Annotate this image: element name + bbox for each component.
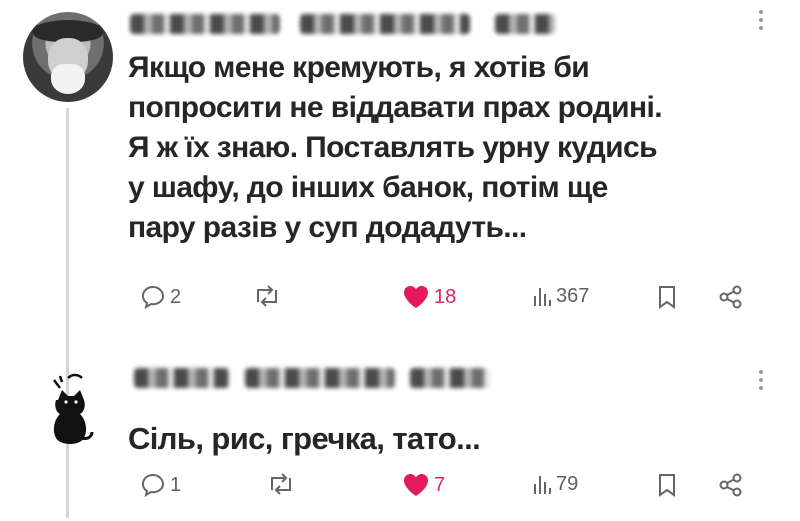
avatar-beard — [51, 64, 85, 94]
reply-count: 1 — [170, 473, 182, 496]
views-button[interactable]: 79 — [532, 472, 578, 496]
repost-button[interactable] — [252, 284, 282, 308]
views-count: 367 — [556, 284, 590, 307]
like-count: 18 — [434, 285, 457, 308]
share-button[interactable] — [718, 472, 744, 498]
share-button[interactable] — [718, 284, 744, 310]
post-time-blurred — [410, 368, 490, 388]
like-button[interactable]: 18 — [402, 284, 456, 310]
cat-avatar[interactable] — [46, 370, 96, 450]
share-icon — [719, 473, 742, 497]
bookmark-button[interactable] — [656, 284, 678, 310]
reply-count: 2 — [170, 285, 182, 308]
bookmark-button[interactable] — [656, 472, 678, 498]
author-handle-blurred[interactable] — [300, 14, 470, 34]
repost-arrows-icon — [257, 285, 277, 307]
post-actions: 1 7 79 — [140, 472, 770, 502]
bar-chart-icon — [534, 476, 551, 494]
share-icon — [719, 285, 742, 309]
heart-icon — [404, 474, 428, 496]
author-avatar[interactable] — [23, 12, 113, 102]
more-dots-icon[interactable] — [759, 370, 765, 390]
reply-button[interactable]: 1 — [140, 472, 181, 498]
bookmark-icon — [659, 286, 675, 309]
post-actions: 2 18 367 — [140, 284, 770, 314]
reply-button[interactable]: 2 — [140, 284, 181, 310]
author-name-blurred[interactable] — [134, 368, 229, 388]
heart-icon — [404, 286, 428, 308]
views-button[interactable]: 367 — [532, 284, 589, 308]
post-2: Сіль, рис, гречка, тато... 1 7 79 — [0, 340, 800, 521]
views-count: 79 — [556, 472, 579, 495]
like-count: 7 — [434, 473, 446, 496]
bar-chart-icon — [534, 288, 551, 306]
more-dots-icon[interactable] — [759, 10, 765, 30]
repost-button[interactable] — [266, 472, 296, 496]
post-text: Сіль, рис, гречка, тато... — [128, 421, 481, 456]
like-button[interactable]: 7 — [402, 472, 445, 498]
post-text: Якщо мене кремують, я хотів би попросити… — [128, 51, 663, 244]
speech-bubble-icon — [141, 473, 165, 498]
author-handle-blurred[interactable] — [245, 368, 395, 388]
author-name-blurred[interactable] — [130, 14, 280, 34]
post-1: Якщо мене кремують, я хотів би попросити… — [0, 0, 800, 340]
repost-arrows-icon — [271, 473, 291, 495]
speech-bubble-icon — [141, 285, 165, 310]
post-time-blurred — [495, 14, 555, 34]
bookmark-icon — [659, 474, 675, 497]
